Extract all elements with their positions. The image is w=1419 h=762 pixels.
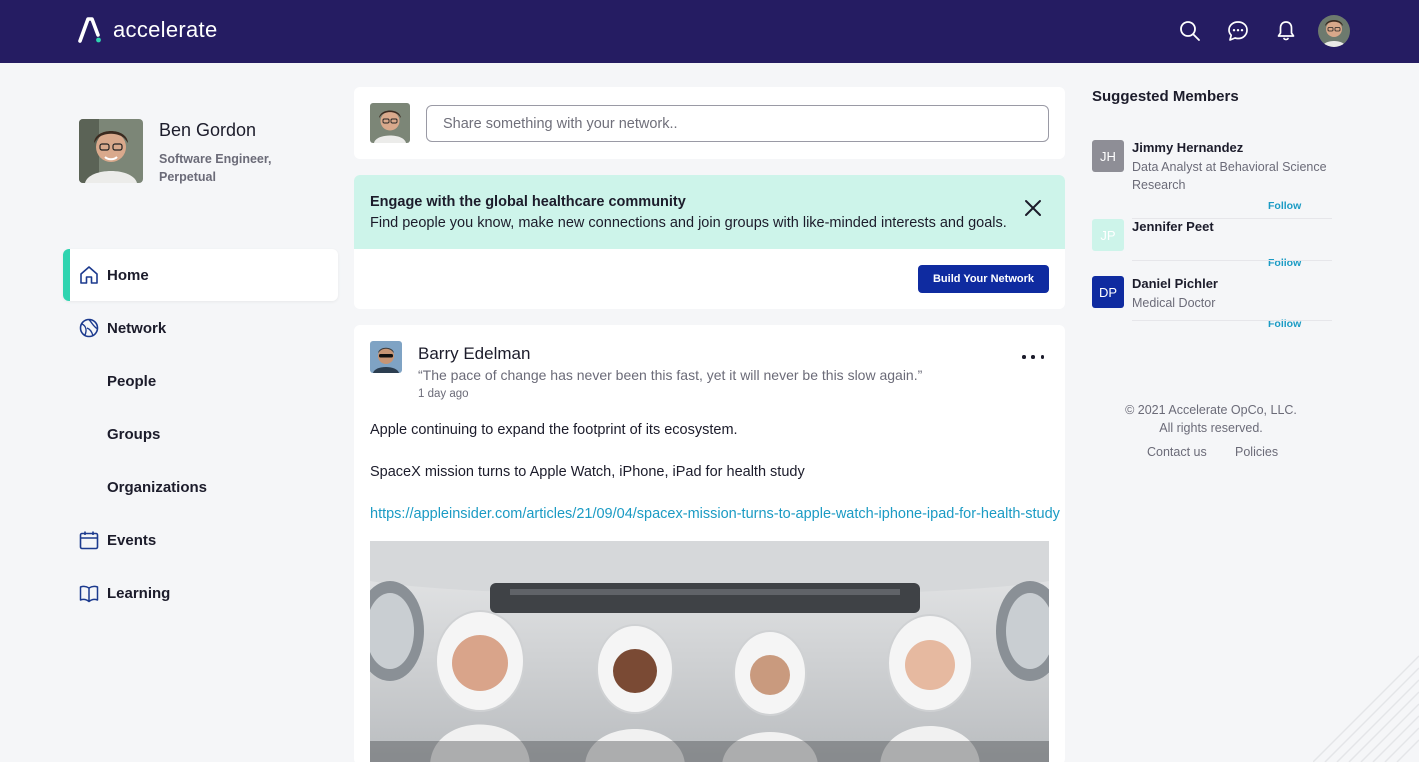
policies-link[interactable]: Policies (1235, 445, 1278, 459)
profile-photo[interactable] (79, 119, 143, 183)
post-link[interactable]: https://appleinsider.com/articles/21/09/… (370, 506, 1060, 522)
top-bar: accelerate (0, 0, 1419, 63)
nav-item-people[interactable]: People (63, 355, 338, 407)
build-network-button[interactable]: Build Your Network (918, 265, 1049, 293)
close-icon[interactable] (1022, 197, 1044, 219)
app-name: accelerate (113, 17, 218, 42)
engage-banner: Engage with the global healthcare commun… (354, 175, 1065, 249)
logo-mark-icon (78, 17, 102, 43)
nav-label-events: Events (107, 531, 157, 549)
nav-item-learning[interactable]: Learning (63, 567, 338, 619)
nav-item-network[interactable]: Network (63, 302, 338, 354)
decorative-stripes (1313, 636, 1419, 762)
nav-item-home[interactable]: Home (63, 249, 338, 301)
contact-us-link[interactable]: Contact us (1147, 445, 1207, 459)
book-icon (79, 583, 99, 603)
left-sidebar: Ben Gordon Software Engineer, Perpetual … (0, 63, 345, 762)
search-icon[interactable] (1177, 17, 1203, 45)
more-options-icon[interactable] (1022, 351, 1044, 363)
post-composer (354, 87, 1065, 159)
member-avatar: JP (1092, 219, 1124, 251)
nav-label-organizations: Organizations (107, 478, 208, 496)
follow-button[interactable]: Follow (1268, 200, 1301, 212)
engage-subtitle: Find people you know, make new connectio… (370, 215, 1007, 231)
suggested-member[interactable]: DP Daniel Pichler Medical Doctor (1092, 276, 1332, 316)
globe-icon (79, 318, 99, 338)
member-role: Data Analyst at Behavioral Science Resea… (1132, 160, 1327, 192)
app-logo[interactable]: accelerate (78, 16, 218, 44)
suggested-members-title: Suggested Members (1092, 88, 1239, 105)
bell-icon[interactable] (1273, 17, 1299, 45)
profile-title: Software Engineer, Perpetual (159, 152, 272, 184)
follow-button[interactable]: Follow (1268, 257, 1301, 269)
suggested-member[interactable]: JH Jimmy Hernandez Data Analyst at Behav… (1092, 140, 1332, 200)
post-author-name[interactable]: Barry Edelman (418, 344, 530, 364)
member-name[interactable]: Jimmy Hernandez (1132, 140, 1243, 155)
post-author-quote: “The pace of change has never been this … (418, 367, 923, 383)
feed-post: Barry Edelman “The pace of change has ne… (354, 325, 1065, 762)
home-icon (79, 265, 99, 285)
nav-label-groups: Groups (107, 425, 161, 443)
post-text-headline: SpaceX mission turns to Apple Watch, iPh… (370, 464, 805, 480)
post-author-avatar[interactable] (370, 341, 402, 373)
chat-icon[interactable] (1225, 17, 1251, 45)
member-avatar: DP (1092, 276, 1124, 308)
copyright-line-1: © 2021 Accelerate OpCo, LLC. (1125, 403, 1297, 417)
suggested-member[interactable]: JP Jennifer Peet (1092, 219, 1332, 259)
nav-item-groups[interactable]: Groups (63, 408, 338, 460)
post-timestamp: 1 day ago (418, 388, 469, 400)
engage-card: Engage with the global healthcare commun… (354, 175, 1065, 309)
user-avatar[interactable] (1318, 15, 1350, 47)
nav-item-organizations[interactable]: Organizations (63, 461, 338, 513)
copyright-line-2: All rights reserved. (1159, 421, 1263, 435)
member-name[interactable]: Jennifer Peet (1132, 219, 1214, 234)
nav-item-events[interactable]: Events (63, 514, 338, 566)
post-text: Apple continuing to expand the footprint… (370, 422, 738, 438)
share-input[interactable] (426, 105, 1049, 142)
calendar-icon (79, 530, 99, 550)
profile-name[interactable]: Ben Gordon (159, 120, 256, 141)
member-name[interactable]: Daniel Pichler (1132, 276, 1218, 291)
copyright: © 2021 Accelerate OpCo, LLC. All rights … (1092, 401, 1330, 437)
member-role: Medical Doctor (1132, 296, 1216, 310)
nav-label-network: Network (107, 319, 167, 337)
divider (1132, 320, 1332, 321)
composer-avatar (370, 103, 410, 143)
engage-title: Engage with the global healthcare commun… (370, 194, 686, 210)
post-image[interactable] (370, 541, 1049, 762)
member-avatar: JH (1092, 140, 1124, 172)
nav-label-learning: Learning (107, 584, 171, 602)
nav-label-home: Home (107, 266, 149, 284)
divider (1132, 260, 1332, 261)
nav-label-people: People (107, 372, 157, 390)
